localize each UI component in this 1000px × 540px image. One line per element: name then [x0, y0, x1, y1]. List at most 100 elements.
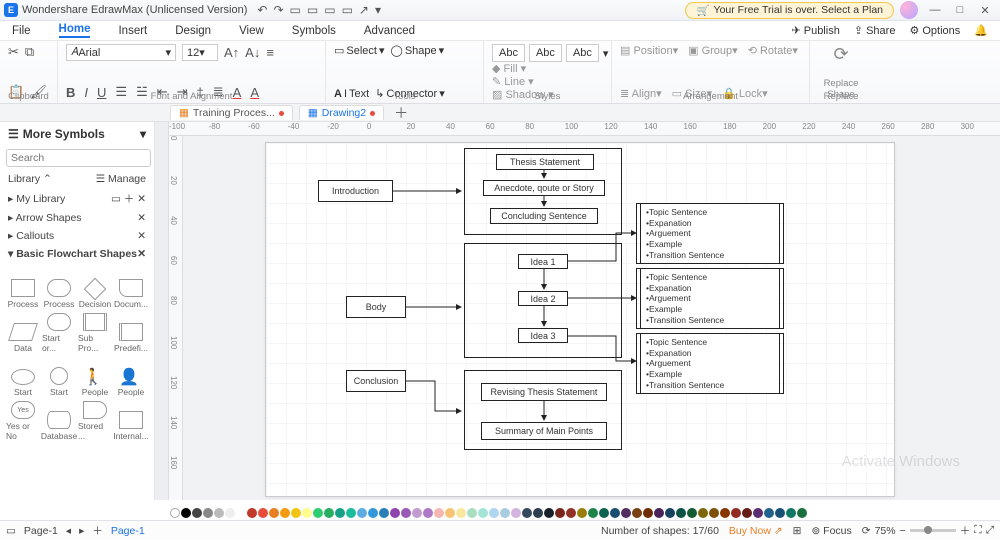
color-swatch[interactable] — [665, 508, 675, 518]
color-swatch[interactable] — [302, 508, 312, 518]
shape-people[interactable]: 🚶People — [78, 355, 112, 397]
zoom-in[interactable]: ＋ — [960, 523, 971, 538]
color-swatch[interactable] — [203, 508, 213, 518]
color-swatch[interactable] — [478, 508, 488, 518]
trial-banner[interactable]: 🛒 Your Free Trial is over. Select a Plan — [685, 2, 894, 19]
color-swatch[interactable] — [621, 508, 631, 518]
color-swatch[interactable] — [742, 508, 752, 518]
color-swatch[interactable] — [544, 508, 554, 518]
section-basic-flowchart[interactable]: ▾ Basic Flowchart Shapes✕ — [0, 245, 154, 263]
node-revising[interactable]: Revising Thesis Statement — [481, 383, 607, 401]
node-concluding[interactable]: Concluding Sentence — [490, 208, 598, 224]
line-button[interactable]: ✎ Line ▾ — [492, 75, 534, 88]
drawing-page[interactable]: Introduction Body Conclusion Thesis Stat… — [265, 142, 895, 497]
replace-shape-icon[interactable]: ⟳ — [818, 44, 864, 65]
redo-icon[interactable]: ↷ — [273, 3, 283, 17]
font-size-combo[interactable]: 12 ▾ — [182, 44, 218, 61]
color-swatch[interactable] — [247, 508, 257, 518]
color-swatch[interactable] — [797, 508, 807, 518]
select-tool[interactable]: ▭ Select ▾ — [334, 44, 385, 57]
color-swatch[interactable] — [467, 508, 477, 518]
styles-more-icon[interactable]: ▾ — [603, 47, 609, 60]
color-swatch[interactable] — [511, 508, 521, 518]
color-swatch[interactable] — [412, 508, 422, 518]
color-swatch[interactable] — [434, 508, 444, 518]
fill-button[interactable]: ◆ Fill ▾ — [492, 62, 526, 75]
list-idea3[interactable]: •Topic Sentence•Expanation•Arguement•Exa… — [640, 333, 780, 394]
color-swatch[interactable] — [335, 508, 345, 518]
color-swatch[interactable] — [599, 508, 609, 518]
undo-icon[interactable]: ↶ — [257, 3, 267, 17]
add-tab-button[interactable]: ＋ — [394, 103, 408, 123]
node-body[interactable]: Body — [346, 296, 406, 318]
color-swatch[interactable] — [401, 508, 411, 518]
shape-start-or[interactable]: Start or... — [42, 311, 76, 353]
node-introduction[interactable]: Introduction — [318, 180, 393, 202]
node-anecdote[interactable]: Anecdote, qoute or Story — [483, 180, 605, 196]
color-swatch[interactable] — [643, 508, 653, 518]
color-swatch[interactable] — [676, 508, 686, 518]
style-preset-a[interactable]: Abc — [492, 44, 525, 62]
color-swatch[interactable] — [324, 508, 334, 518]
color-bar[interactable] — [170, 506, 994, 520]
page-tab[interactable]: Page-1 — [111, 525, 145, 537]
color-swatch[interactable] — [445, 508, 455, 518]
shape-yesno[interactable]: YesYes or No — [6, 399, 40, 441]
color-swatch[interactable] — [709, 508, 719, 518]
color-swatch[interactable] — [280, 508, 290, 518]
vertical-tool-strip[interactable] — [155, 122, 169, 500]
color-swatch[interactable] — [390, 508, 400, 518]
menu-design[interactable]: Design — [175, 25, 211, 37]
color-swatch[interactable] — [368, 508, 378, 518]
shrink-font-icon[interactable]: A↓ — [245, 45, 260, 60]
maximize-button[interactable]: □ — [949, 4, 971, 17]
page-label[interactable]: Page-1 — [24, 525, 58, 537]
color-swatch[interactable] — [379, 508, 389, 518]
position-button[interactable]: ▤ Position▾ — [620, 44, 678, 57]
color-swatch[interactable] — [522, 508, 532, 518]
style-preset-b[interactable]: Abc — [529, 44, 562, 62]
tab-training-process[interactable]: ▦Training Proces... — [170, 105, 293, 120]
color-swatch[interactable] — [654, 508, 664, 518]
print-icon[interactable]: ▭ — [324, 3, 335, 17]
section-callouts[interactable]: ▸ Callouts✕ — [0, 227, 154, 245]
group-button[interactable]: ▣ Group▾ — [688, 44, 738, 57]
menu-view[interactable]: View — [239, 25, 264, 37]
section-arrow-shapes[interactable]: ▸ Arrow Shapes✕ — [0, 209, 154, 227]
menu-insert[interactable]: Insert — [118, 25, 147, 37]
color-swatch[interactable] — [764, 508, 774, 518]
shape-subprocess[interactable]: Sub Pro... — [78, 311, 112, 353]
color-swatch[interactable] — [632, 508, 642, 518]
color-swatch[interactable] — [533, 508, 543, 518]
shape-process2[interactable]: Process — [42, 267, 76, 309]
rotate-button[interactable]: ⟲ Rotate▾ — [748, 44, 798, 57]
color-swatch[interactable] — [346, 508, 356, 518]
share-icon[interactable]: ↗ — [359, 3, 369, 17]
color-swatch[interactable] — [687, 508, 697, 518]
open-icon[interactable]: ▭ — [290, 3, 301, 17]
page-next[interactable]: ▸ — [79, 525, 84, 537]
node-idea3[interactable]: Idea 3 — [518, 328, 568, 343]
color-swatch[interactable] — [456, 508, 466, 518]
color-swatch[interactable] — [577, 508, 587, 518]
close-button[interactable]: ✕ — [974, 4, 996, 17]
color-swatch[interactable] — [698, 508, 708, 518]
menu-symbols[interactable]: Symbols — [292, 25, 336, 37]
fit-page-icon[interactable]: ⛶ — [974, 524, 981, 537]
shape-tool[interactable]: ◯ Shape ▾ — [391, 44, 445, 57]
library-label[interactable]: Library ⌃ — [8, 173, 52, 185]
color-swatch[interactable] — [181, 508, 191, 518]
grow-font-icon[interactable]: A↑ — [224, 45, 239, 60]
color-swatch[interactable] — [291, 508, 301, 518]
list-idea2[interactable]: •Topic Sentence•Expanation•Arguement•Exa… — [640, 268, 780, 329]
node-conclusion[interactable]: Conclusion — [346, 370, 406, 392]
color-swatch[interactable] — [753, 508, 763, 518]
view-icon[interactable]: ⊞ — [793, 525, 802, 537]
style-preset-c[interactable]: Abc — [566, 44, 599, 62]
color-swatch[interactable] — [192, 508, 202, 518]
tab-drawing2[interactable]: ▦Drawing2 — [299, 105, 384, 120]
color-swatch[interactable] — [610, 508, 620, 518]
page-nav-icon[interactable]: ▭ — [6, 525, 16, 537]
menu-file[interactable]: File — [12, 25, 31, 37]
share-button[interactable]: ⇪ Share — [854, 24, 896, 37]
